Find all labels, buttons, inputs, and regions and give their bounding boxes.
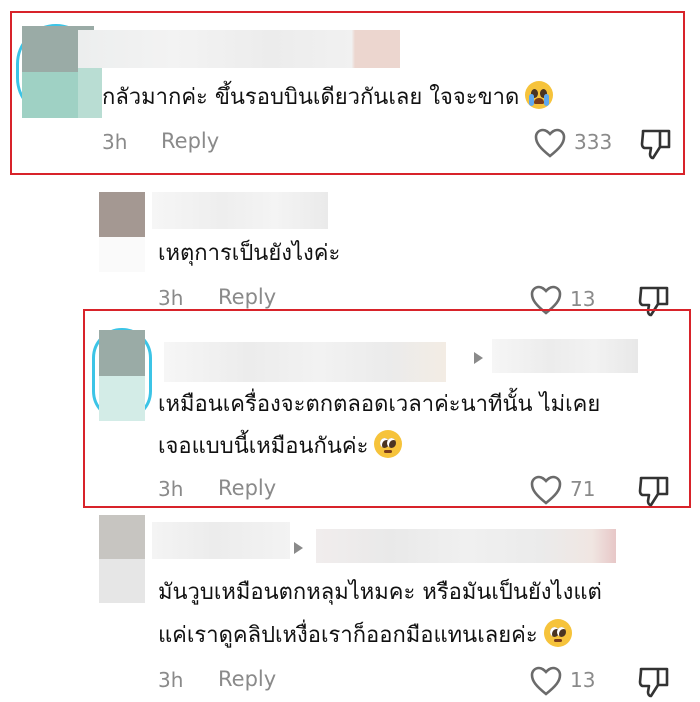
- avatar[interactable]: [92, 328, 152, 421]
- heart-icon[interactable]: [530, 475, 562, 505]
- reply-to-arrow-icon: [294, 542, 303, 554]
- loudly-crying-face-icon: [525, 81, 554, 109]
- heart-icon[interactable]: [530, 666, 562, 696]
- comment-text-line-2: แค่เราดูคลิปเหงื่อเราก็ออกมือแทนเลยค่ะ: [158, 616, 572, 656]
- like-count: 333: [574, 130, 613, 154]
- username-redacted[interactable]: [78, 30, 400, 68]
- pleading-face-icon: [543, 619, 572, 647]
- reply-to-username-redacted[interactable]: [316, 529, 616, 563]
- dislike-icon[interactable]: [638, 474, 670, 508]
- comment-text-line-1: เหมือนเครื่องจะตกตลอดเวลาค่ะนาทีนั้น ไม่…: [158, 392, 601, 417]
- comment-text: กลัวมากค่ะ ขึ้นรอบบินเดียวกันเลย ใจจะขาด: [102, 78, 554, 118]
- dislike-icon[interactable]: [638, 665, 670, 699]
- comment-text-line-2: เจอแบบนี้เหมือนกันค่ะ: [158, 427, 403, 467]
- comment-time: 3h: [158, 668, 184, 692]
- username-redacted[interactable]: [164, 342, 446, 382]
- dislike-icon[interactable]: [640, 127, 672, 161]
- username-redacted[interactable]: [152, 522, 290, 559]
- reply-button[interactable]: Reply: [218, 476, 276, 500]
- pleading-face-icon: [374, 430, 403, 458]
- reply-button[interactable]: Reply: [218, 667, 276, 691]
- avatar[interactable]: [99, 515, 145, 603]
- comment-text: เหตุการเป็นยังไงค่ะ: [158, 241, 341, 266]
- comment-time: 3h: [158, 477, 184, 501]
- reply-to-arrow-icon: [474, 352, 483, 364]
- like-count: 71: [570, 477, 596, 501]
- like-count: 13: [570, 287, 596, 311]
- heart-icon[interactable]: [534, 128, 566, 158]
- reply-button[interactable]: Reply: [218, 285, 276, 309]
- like-count: 13: [570, 668, 596, 692]
- comment-time: 3h: [158, 286, 184, 310]
- reply-to-username-redacted[interactable]: [492, 339, 638, 373]
- username-redacted[interactable]: [152, 192, 328, 229]
- comment-text-line-1: มันวูบเหมือนตกหลุมไหมคะ หรือมันเป็นยังไง…: [158, 580, 602, 605]
- comment-time: 3h: [102, 130, 128, 154]
- reply-button[interactable]: Reply: [161, 129, 219, 153]
- avatar[interactable]: [99, 192, 145, 272]
